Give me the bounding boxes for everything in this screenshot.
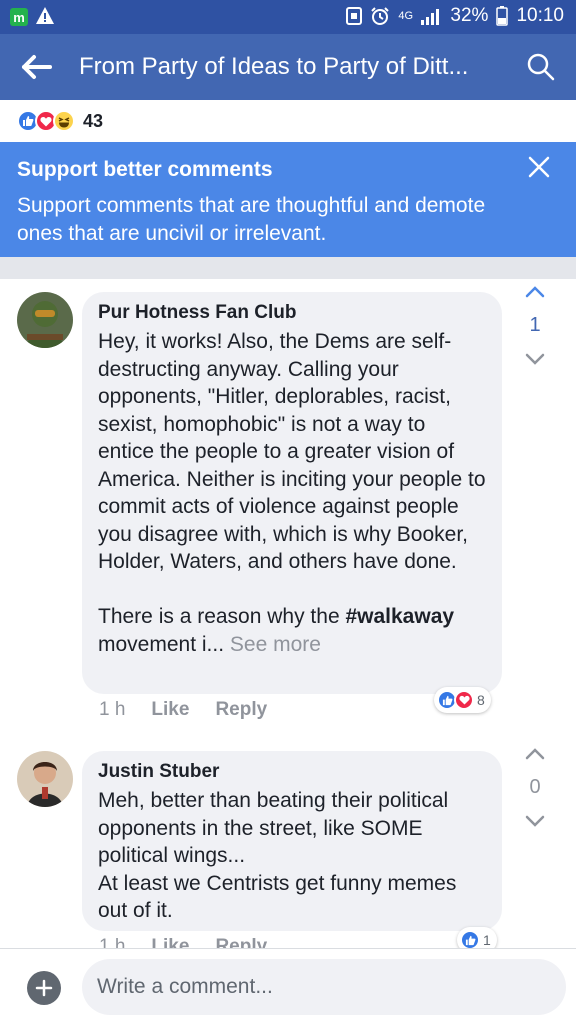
clock: 10:10 <box>516 5 564 26</box>
battery-percent: 32% <box>450 5 489 26</box>
section-divider <box>0 257 576 279</box>
avatar[interactable] <box>17 292 73 348</box>
comment-bubble[interactable]: Pur Hotness Fan Club Hey, it works! Also… <box>82 292 502 694</box>
alarm-icon <box>371 7 390 25</box>
comment-reactions[interactable]: 8 <box>434 687 491 713</box>
banner-text: Support comments that are thoughtful and… <box>17 194 486 245</box>
comment-actions: 1 h Like Reply <box>99 699 267 721</box>
reaction-count: 43 <box>83 110 104 131</box>
battery-icon <box>496 6 509 26</box>
vote-controls: 1 <box>512 285 558 366</box>
vote-count: 1 <box>529 314 541 336</box>
network-type: 4G <box>398 10 414 22</box>
vote-count: 0 <box>529 776 541 798</box>
reactions-summary[interactable]: 43 <box>0 100 576 142</box>
comment-body: Hey, it works! Also, the Dems are self-d… <box>98 330 486 573</box>
nfc-icon <box>346 7 363 25</box>
back-arrow-icon[interactable] <box>18 50 56 84</box>
add-attachment-button[interactable] <box>27 971 61 1005</box>
downvote-chevron-icon[interactable] <box>524 352 546 366</box>
like-button[interactable]: Like <box>151 936 189 948</box>
vote-controls: 0 <box>512 747 558 828</box>
love-icon <box>454 690 474 710</box>
comment-time: 1 h <box>99 936 126 948</box>
app-notification-icon: m <box>10 8 28 26</box>
comment-text: Hey, it works! Also, the Dems are self-d… <box>98 328 486 658</box>
like-button[interactable]: Like <box>151 699 189 721</box>
haha-icon <box>53 110 75 132</box>
banner-title: Support better comments <box>17 158 273 181</box>
comment-author[interactable]: Pur Hotness Fan Club <box>98 302 486 324</box>
comment-actions: 1 h Like Reply <box>99 936 267 948</box>
downvote-chevron-icon[interactable] <box>524 814 546 828</box>
comment: Justin Stuber Meh, better than beating t… <box>0 739 576 948</box>
reply-button[interactable]: Reply <box>215 936 267 948</box>
warning-icon <box>36 7 54 24</box>
page-title: From Party of Ideas to Party of Ditt... <box>79 53 469 80</box>
comment-body-continued: There is a reason why the <box>98 605 346 628</box>
reply-button[interactable]: Reply <box>215 699 267 721</box>
comment-reaction-count: 8 <box>477 692 485 708</box>
comment-text: Meh, better than beating their political… <box>98 789 457 922</box>
comment-bubble[interactable]: Justin Stuber Meh, better than beating t… <box>82 751 502 931</box>
comment-composer <box>0 948 576 1024</box>
status-bar: m 4G 32% 10:10 <box>0 0 576 34</box>
upvote-chevron-icon[interactable] <box>524 747 546 761</box>
app-header: From Party of Ideas to Party of Ditt... <box>0 34 576 100</box>
comment: Pur Hotness Fan Club Hey, it works! Also… <box>0 279 576 739</box>
hashtag-link[interactable]: #walkaway <box>345 605 454 628</box>
comment-reaction-count: 1 <box>483 932 491 948</box>
search-icon[interactable] <box>526 52 556 82</box>
comment-body-truncated: movement i... <box>98 632 225 656</box>
comment-input[interactable] <box>82 959 566 1015</box>
avatar[interactable] <box>17 751 73 807</box>
support-comments-banner: Support better comments Support comments… <box>0 142 576 267</box>
signal-icon <box>421 9 440 25</box>
plus-icon <box>35 979 53 997</box>
upvote-chevron-icon[interactable] <box>524 285 546 299</box>
see-more-link[interactable]: See more <box>230 633 321 656</box>
comment-reactions[interactable]: 1 <box>457 927 497 948</box>
comment-author[interactable]: Justin Stuber <box>98 761 486 783</box>
like-icon <box>460 930 480 948</box>
comment-time: 1 h <box>99 699 126 720</box>
close-icon[interactable] <box>526 154 552 180</box>
